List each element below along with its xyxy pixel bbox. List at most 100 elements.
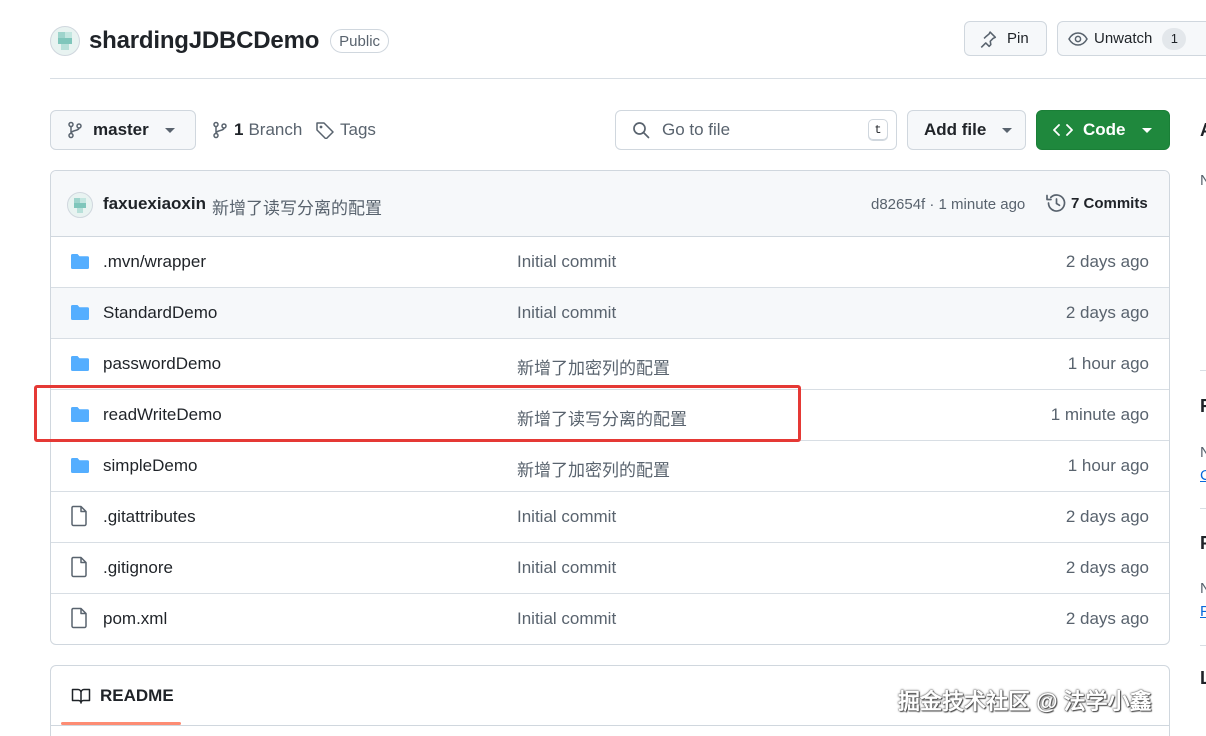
file-commit-date: 1 hour ago (1067, 354, 1149, 373)
pin-label: Pin (1007, 30, 1029, 47)
repo-header: shardingJDBCDemo Public (50, 22, 390, 60)
pin-button[interactable]: Pin (964, 21, 1047, 56)
file-name-link[interactable]: readWriteDemo (103, 405, 222, 425)
folder-icon (70, 252, 90, 275)
branch-selector-button[interactable]: master (50, 110, 196, 150)
commit-message[interactable]: 新增了读写分离的配置 (212, 194, 382, 219)
file-icon (70, 556, 88, 583)
search-icon (633, 122, 650, 139)
folder-icon (70, 354, 90, 377)
repo-name[interactable]: shardingJDBCDemo (89, 27, 319, 55)
sidebar-packages-link[interactable]: P (1200, 603, 1206, 620)
file-name-link[interactable]: pom.xml (103, 609, 167, 629)
visibility-badge: Public (330, 29, 390, 53)
file-name-link[interactable]: simpleDemo (103, 456, 197, 476)
file-icon (70, 607, 88, 634)
git-branch-icon (68, 121, 82, 139)
file-commit-date: 1 hour ago (1067, 456, 1149, 475)
sidebar-separator (1200, 645, 1206, 646)
add-file-label: Add file (924, 120, 987, 139)
branches-link[interactable]: 1 Branch (212, 118, 302, 142)
file-commit-date: 2 days ago (1065, 609, 1149, 628)
file-list: .mvn/wrapper Initial commit 2 days ago Stan… (51, 237, 1169, 644)
code-label: Code (1083, 120, 1126, 139)
sidebar-separator (1200, 370, 1206, 371)
header-divider (50, 78, 1206, 79)
tag-icon (316, 122, 334, 139)
file-name-link[interactable]: passwordDemo (103, 354, 221, 374)
search-placeholder: Go to file (662, 120, 731, 139)
file-commit-message[interactable]: Initial commit (517, 558, 616, 578)
file-name-link[interactable]: .gitignore (103, 558, 173, 578)
add-file-button[interactable]: Add file (907, 110, 1026, 150)
sidebar-packages-heading: P (1200, 533, 1206, 554)
file-commit-date: 2 days ago (1065, 252, 1149, 271)
sidebar-languages-heading: L (1200, 668, 1206, 688)
file-row[interactable]: .gitattributes Initial commit 2 days ago (51, 492, 1169, 543)
readme-label: README (100, 686, 174, 705)
folder-icon (70, 303, 90, 326)
readme-divider (51, 725, 1169, 726)
unwatch-button[interactable]: Unwatch 1 (1057, 21, 1206, 56)
file-commit-message[interactable]: 新增了读写分离的配置 (517, 405, 687, 430)
file-name-link[interactable]: .mvn/wrapper (103, 252, 206, 272)
file-row[interactable]: pom.xml Initial commit 2 days ago (51, 594, 1169, 644)
tags-link[interactable]: Tags (315, 118, 376, 142)
file-row[interactable]: passwordDemo 新增了加密列的配置 1 hour ago (51, 339, 1169, 390)
file-commit-date: 1 minute ago (1050, 405, 1149, 424)
sidebar-releases-link[interactable]: C (1200, 467, 1206, 484)
file-commit-message[interactable]: 新增了加密列的配置 (517, 354, 670, 379)
file-commit-date: 2 days ago (1065, 303, 1149, 322)
chevron-down-icon (164, 127, 175, 133)
sidebar-separator (1200, 508, 1206, 509)
sidebar-releases-heading: R (1200, 396, 1206, 417)
file-icon (70, 505, 88, 532)
branches-label: Branch (248, 120, 303, 139)
code-icon (1053, 124, 1073, 136)
file-row[interactable]: .mvn/wrapper Initial commit 2 days ago (51, 237, 1169, 288)
file-name-link[interactable]: StandardDemo (103, 303, 217, 323)
commits-count: 7 Commits (1071, 194, 1148, 212)
watch-count: 1 (1162, 27, 1187, 50)
sidebar-releases-note: N (1200, 444, 1206, 461)
go-to-file-search[interactable]: Go to file t (615, 110, 897, 150)
file-commit-message[interactable]: 新增了加密列的配置 (517, 456, 670, 481)
file-commit-date: 2 days ago (1065, 558, 1149, 577)
unwatch-label: Unwatch (1094, 30, 1153, 47)
eye-icon (1068, 31, 1088, 46)
chevron-down-icon (1002, 127, 1013, 133)
file-commit-message[interactable]: Initial commit (517, 609, 616, 629)
tags-label: Tags (340, 120, 376, 139)
chevron-down-icon (1141, 127, 1152, 133)
file-commit-date: 2 days ago (1065, 507, 1149, 526)
commit-hash-time[interactable]: d82654f · 1 minute ago (871, 196, 1025, 213)
git-branch-icon (213, 121, 227, 139)
file-commit-message[interactable]: Initial commit (517, 507, 616, 527)
pin-icon (980, 30, 997, 48)
sidebar-about-heading: A (1200, 120, 1206, 141)
code-button[interactable]: Code (1036, 110, 1170, 150)
folder-icon (70, 405, 90, 428)
readme-tab[interactable]: README (71, 686, 174, 706)
file-commit-message[interactable]: Initial commit (517, 252, 616, 272)
file-row[interactable]: simpleDemo 新增了加密列的配置 1 hour ago (51, 441, 1169, 492)
search-shortcut-key: t (868, 119, 888, 141)
sidebar-packages-note: N (1200, 580, 1206, 597)
history-icon (1046, 194, 1066, 212)
file-row[interactable]: readWriteDemo 新增了读写分离的配置 1 minute ago (51, 390, 1169, 441)
owner-avatar[interactable] (50, 26, 80, 56)
file-row[interactable]: .gitignore Initial commit 2 days ago (51, 543, 1169, 594)
book-icon (71, 688, 91, 704)
branch-name: master (93, 120, 149, 139)
watermark-text: 掘金技术社区 @ 法学小鑫 (898, 689, 1152, 714)
folder-icon (70, 456, 90, 479)
file-row[interactable]: StandardDemo Initial commit 2 days ago (51, 288, 1169, 339)
sidebar-description: N (1200, 172, 1206, 189)
commits-history-link[interactable]: 7 Commits (1045, 193, 1148, 213)
file-table: faxuexiaoxin 新增了读写分离的配置 d82654f · 1 minu… (50, 170, 1170, 645)
file-commit-message[interactable]: Initial commit (517, 303, 616, 323)
branches-count: 1 (234, 120, 244, 139)
file-name-link[interactable]: .gitattributes (103, 507, 196, 527)
commit-author[interactable]: faxuexiaoxin (103, 194, 206, 214)
commit-author-avatar[interactable] (67, 192, 93, 218)
